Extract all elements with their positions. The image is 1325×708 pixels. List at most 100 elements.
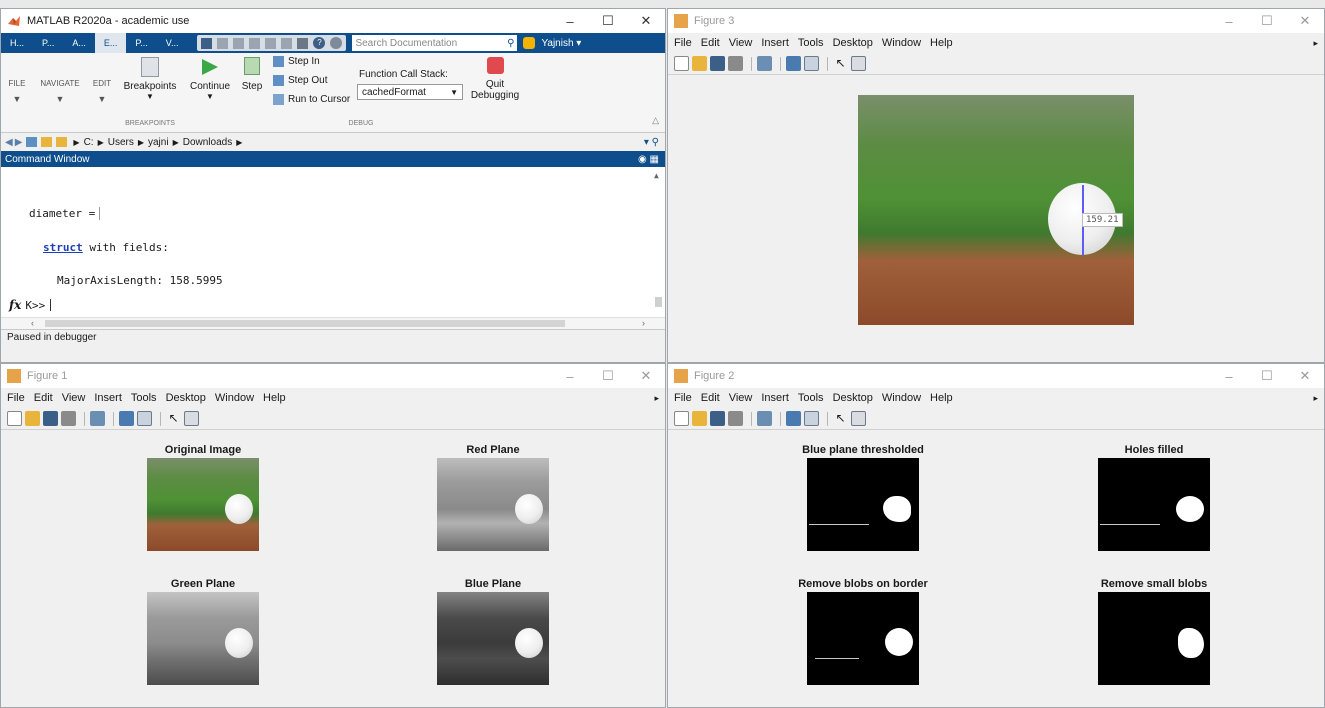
up-folder-icon[interactable]	[26, 137, 38, 147]
menu-desktop[interactable]: Desktop	[833, 392, 873, 404]
save-icon[interactable]	[201, 37, 213, 49]
tab-editor[interactable]: E...	[94, 33, 127, 53]
pointer-icon[interactable]: ↖	[833, 411, 848, 426]
paste-icon[interactable]	[249, 37, 261, 49]
continue-button[interactable]: Continue ▼	[187, 57, 233, 101]
maximize-button[interactable]: ☐	[1248, 13, 1286, 29]
path-user[interactable]: yajni	[148, 137, 169, 148]
path-downloads[interactable]: Downloads	[183, 137, 232, 148]
step-out-button[interactable]: Step Out	[273, 75, 327, 86]
tab-home[interactable]: H...	[1, 38, 33, 48]
run-to-cursor-button[interactable]: Run to Cursor	[273, 94, 350, 105]
link-plot-icon[interactable]	[757, 56, 772, 71]
open-file-icon[interactable]	[692, 56, 707, 71]
cut-icon[interactable]	[217, 37, 229, 49]
search-input[interactable]: Search Documentation	[355, 38, 507, 49]
save-figure-icon[interactable]	[710, 411, 725, 426]
colorbar-icon[interactable]	[786, 411, 801, 426]
property-inspector-icon[interactable]	[184, 411, 199, 426]
search-icon[interactable]: ⚲	[507, 38, 514, 49]
close-button[interactable]: ✕	[1286, 13, 1324, 29]
scroll-h-thumb[interactable]	[45, 320, 565, 327]
close-button[interactable]: ✕	[1286, 368, 1324, 384]
scroll-thumb[interactable]	[655, 297, 662, 307]
copy-icon[interactable]	[233, 37, 245, 49]
close-button[interactable]: ✕	[627, 368, 665, 384]
struct-link[interactable]: struct	[43, 241, 83, 254]
pointer-icon[interactable]: ↖	[833, 56, 848, 71]
scroll-left-icon[interactable]: ‹	[31, 318, 34, 328]
step-in-button[interactable]: Step In	[273, 56, 320, 67]
menu-window[interactable]: Window	[882, 37, 921, 49]
figure-2-titlebar[interactable]: Figure 2 – ☐ ✕	[668, 364, 1324, 388]
menu-view[interactable]: View	[62, 392, 86, 404]
panel-actions-icon[interactable]: ◉ ▦	[638, 154, 659, 165]
tab-view[interactable]: V...	[157, 38, 188, 48]
property-inspector-icon[interactable]	[851, 411, 866, 426]
menu-edit[interactable]: Edit	[701, 392, 720, 404]
menu-desktop[interactable]: Desktop	[833, 37, 873, 49]
tab-publish[interactable]: P...	[126, 38, 156, 48]
new-figure-icon[interactable]	[674, 56, 689, 71]
menu-insert[interactable]: Insert	[761, 392, 789, 404]
minimize-button[interactable]: –	[551, 369, 589, 384]
search-box[interactable]: Search Documentation ⚲	[352, 35, 518, 51]
menu-tools[interactable]: Tools	[798, 37, 824, 49]
print-icon[interactable]	[61, 411, 76, 426]
help-icon[interactable]: ?	[313, 37, 326, 49]
new-figure-icon[interactable]	[7, 411, 22, 426]
menu-desktop[interactable]: Desktop	[166, 392, 206, 404]
open-file-icon[interactable]	[25, 411, 40, 426]
folder-icon[interactable]	[41, 137, 53, 147]
minimize-button[interactable]: –	[1210, 369, 1248, 384]
link-plot-icon[interactable]	[90, 411, 105, 426]
menu-edit[interactable]: Edit	[34, 392, 53, 404]
back-icon[interactable]: ◀	[5, 137, 13, 148]
figure-1-titlebar[interactable]: Figure 1 – ☐ ✕	[1, 364, 665, 388]
command-window[interactable]: diameter = struct with fields: MajorAxis…	[1, 167, 665, 317]
fx-icon[interactable]: fx	[9, 298, 21, 312]
horizontal-scrollbar[interactable]: ‹ ›	[1, 317, 665, 329]
tab-plots[interactable]: P...	[33, 38, 63, 48]
link-plot-icon[interactable]	[757, 411, 772, 426]
quit-debugging-button[interactable]: Quit Debugging	[467, 57, 523, 101]
notification-bell-icon[interactable]	[523, 37, 536, 49]
menu-help[interactable]: Help	[930, 392, 953, 404]
vertical-scrollbar[interactable]: ▲	[653, 171, 663, 313]
legend-icon[interactable]	[804, 411, 819, 426]
navigate-dropdown-icon[interactable]: ▼	[35, 94, 85, 104]
colorbar-icon[interactable]	[786, 56, 801, 71]
file-dropdown-icon[interactable]: ▼	[5, 94, 29, 104]
menu-tools[interactable]: Tools	[131, 392, 157, 404]
console-input-caret[interactable]	[50, 299, 52, 311]
menu-file[interactable]: File	[7, 392, 25, 404]
scroll-right-icon[interactable]: ›	[642, 318, 645, 328]
call-stack-dropdown[interactable]: cachedFormat ▼	[357, 84, 463, 100]
print-icon[interactable]	[728, 56, 743, 71]
edit-group[interactable]: EDIT ▼	[89, 79, 115, 104]
breakpoints-button[interactable]: Breakpoints ▼	[121, 57, 179, 101]
path-drive[interactable]: C:	[84, 137, 94, 148]
menu-overflow-icon[interactable]: ▸	[1313, 38, 1318, 49]
menu-window[interactable]: Window	[882, 392, 921, 404]
maximize-button[interactable]: ☐	[589, 13, 627, 29]
edit-dropdown-icon[interactable]: ▼	[89, 94, 115, 104]
pointer-icon[interactable]: ↖	[166, 411, 181, 426]
menu-overflow-icon[interactable]: ▸	[1313, 393, 1318, 404]
browse-folder-icon[interactable]	[56, 137, 68, 147]
forward-icon[interactable]: ▶	[15, 137, 23, 148]
undo-icon[interactable]	[265, 37, 277, 49]
switch-windows-icon[interactable]	[297, 37, 309, 49]
menu-edit[interactable]: Edit	[701, 37, 720, 49]
print-icon[interactable]	[728, 411, 743, 426]
tab-apps[interactable]: A...	[63, 38, 95, 48]
collapse-ribbon-icon[interactable]: △	[652, 115, 659, 126]
colorbar-icon[interactable]	[119, 411, 134, 426]
figure-3-titlebar[interactable]: Figure 3 – ☐ ✕	[668, 9, 1324, 33]
minimize-button[interactable]: –	[551, 14, 589, 29]
user-menu[interactable]: Yajnish ▾	[541, 38, 581, 49]
maximize-button[interactable]: ☐	[589, 368, 627, 384]
menu-tools[interactable]: Tools	[798, 392, 824, 404]
menu-insert[interactable]: Insert	[94, 392, 122, 404]
redo-icon[interactable]	[281, 37, 293, 49]
